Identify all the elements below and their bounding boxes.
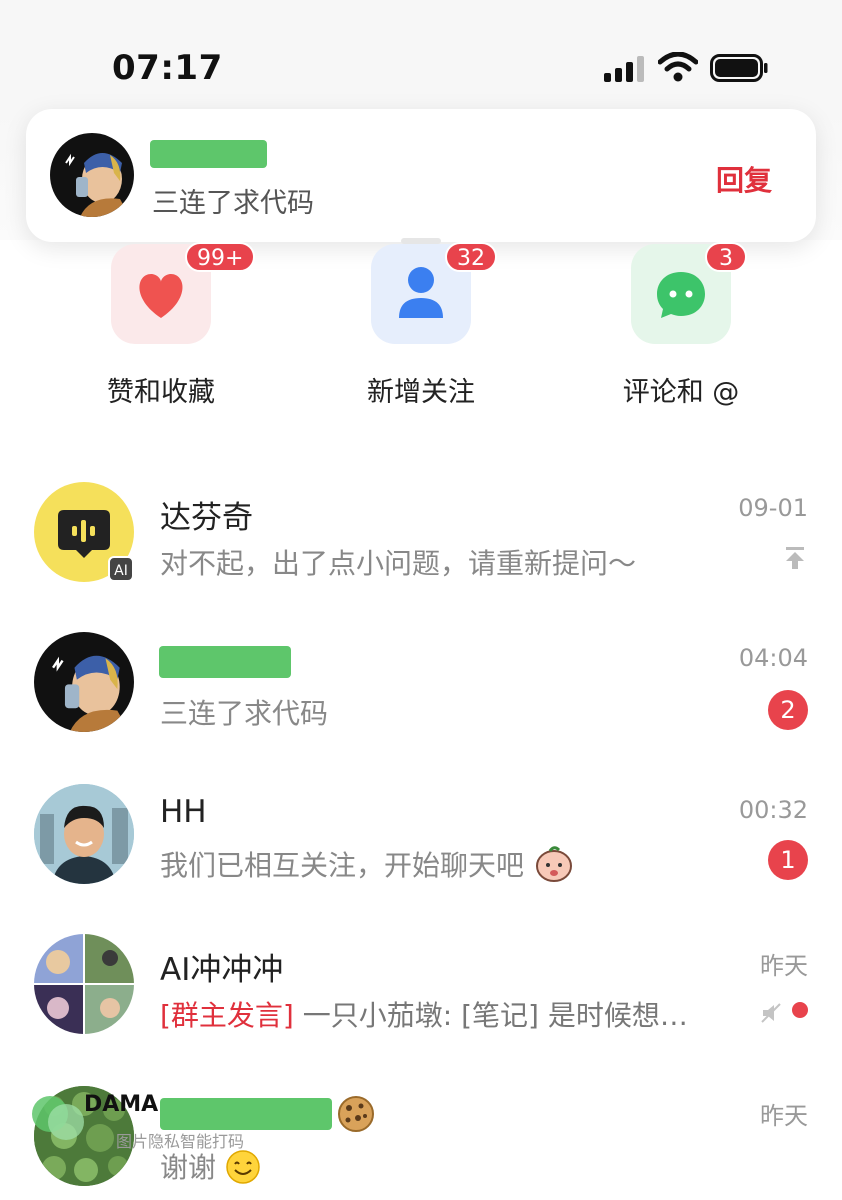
message-notification-banner[interactable]: 三连了求代码 回复 xyxy=(26,109,816,242)
ai-tag: AI xyxy=(108,556,134,582)
wifi-icon xyxy=(658,52,698,82)
chat-name-redaction xyxy=(159,646,291,678)
likes-label: 赞和收藏 xyxy=(107,377,215,408)
watermark-caption: 图片隐私智能打码 xyxy=(116,1132,245,1151)
chat-row-redacted-user[interactable]: 三连了求代码 04:04 2 xyxy=(0,622,842,762)
cellular-signal-icon xyxy=(604,56,644,82)
chat-time: 00:32 xyxy=(738,796,808,824)
peach-emoji-icon xyxy=(535,846,572,882)
chat-time: 昨天 xyxy=(760,952,808,980)
chat-row-davinci[interactable]: AI 达芬奇 对不起，出了点小问题，请重新提问～ 09-01 xyxy=(0,470,842,610)
likes-badge: 99+ xyxy=(185,242,256,272)
chat-preview: 三连了求代码 xyxy=(160,697,329,730)
chat-title: 达芬奇 xyxy=(160,500,253,536)
hh-avatar xyxy=(34,784,134,884)
chat-time: 09-01 xyxy=(738,494,808,522)
unread-count-badge: 1 xyxy=(768,840,808,880)
unread-count-badge: 2 xyxy=(768,690,808,730)
chat-preview: 对不起，出了点小问题，请重新提问～ xyxy=(160,547,637,580)
chat-row-hh[interactable]: HH 我们已相互关注，开始聊天吧 00:32 1 xyxy=(0,772,842,912)
watermark-logo-icon xyxy=(32,1096,84,1140)
chat-preview: 我们已相互关注，开始聊天吧 xyxy=(160,849,525,882)
category-new-followers[interactable]: 32 新增关注 xyxy=(331,242,511,414)
comments-badge: 3 xyxy=(705,242,747,272)
unread-dot xyxy=(792,1002,808,1018)
sender-name-redaction xyxy=(150,140,267,168)
group-owner-tag: [群主发言] xyxy=(160,999,294,1032)
comments-label: 评论和 @ xyxy=(622,377,740,408)
chat-preview: 谢谢 xyxy=(160,1151,217,1184)
mute-icon xyxy=(761,1003,781,1023)
category-comments-mentions[interactable]: 3 评论和 @ xyxy=(591,242,771,414)
chat-title: HH xyxy=(160,794,207,830)
chat-preview-line: [群主发言] 一只小茄墩: [笔记] 是时候想… xyxy=(160,994,688,1034)
chat-name-redaction xyxy=(160,1098,332,1130)
watermark-brand: DAMA xyxy=(84,1092,159,1117)
group-avatar xyxy=(34,934,134,1034)
chat-preview-line: 我们已相互关注，开始聊天吧 xyxy=(160,844,575,884)
user-avatar xyxy=(34,632,134,732)
reply-button[interactable]: 回复 xyxy=(716,159,772,199)
cookie-emoji-icon xyxy=(338,1096,374,1132)
chat-preview: 一只小茄墩: [笔记] 是时候想… xyxy=(293,999,688,1032)
sender-avatar xyxy=(50,133,134,217)
followers-badge: 32 xyxy=(445,242,497,272)
status-bar: 07:17 xyxy=(0,0,842,110)
notification-message: 三连了求代码 xyxy=(152,188,314,219)
chat-time: 04:04 xyxy=(738,644,808,672)
pin-to-top-icon xyxy=(786,547,804,569)
status-time: 07:17 xyxy=(112,48,223,88)
chat-preview-line: 谢谢 xyxy=(160,1146,261,1186)
chat-row-group-ai[interactable]: AI冲冲冲 [群主发言] 一只小茄墩: [笔记] 是时候想… 昨天 xyxy=(0,922,842,1062)
battery-icon xyxy=(710,54,768,82)
category-likes-favorites[interactable]: 99+ 赞和收藏 xyxy=(71,242,256,414)
chat-title: AI冲冲冲 xyxy=(160,952,284,988)
chat-time: 昨天 xyxy=(760,1102,808,1130)
followers-label: 新增关注 xyxy=(367,377,475,408)
smile-emoji-icon xyxy=(226,1150,260,1184)
